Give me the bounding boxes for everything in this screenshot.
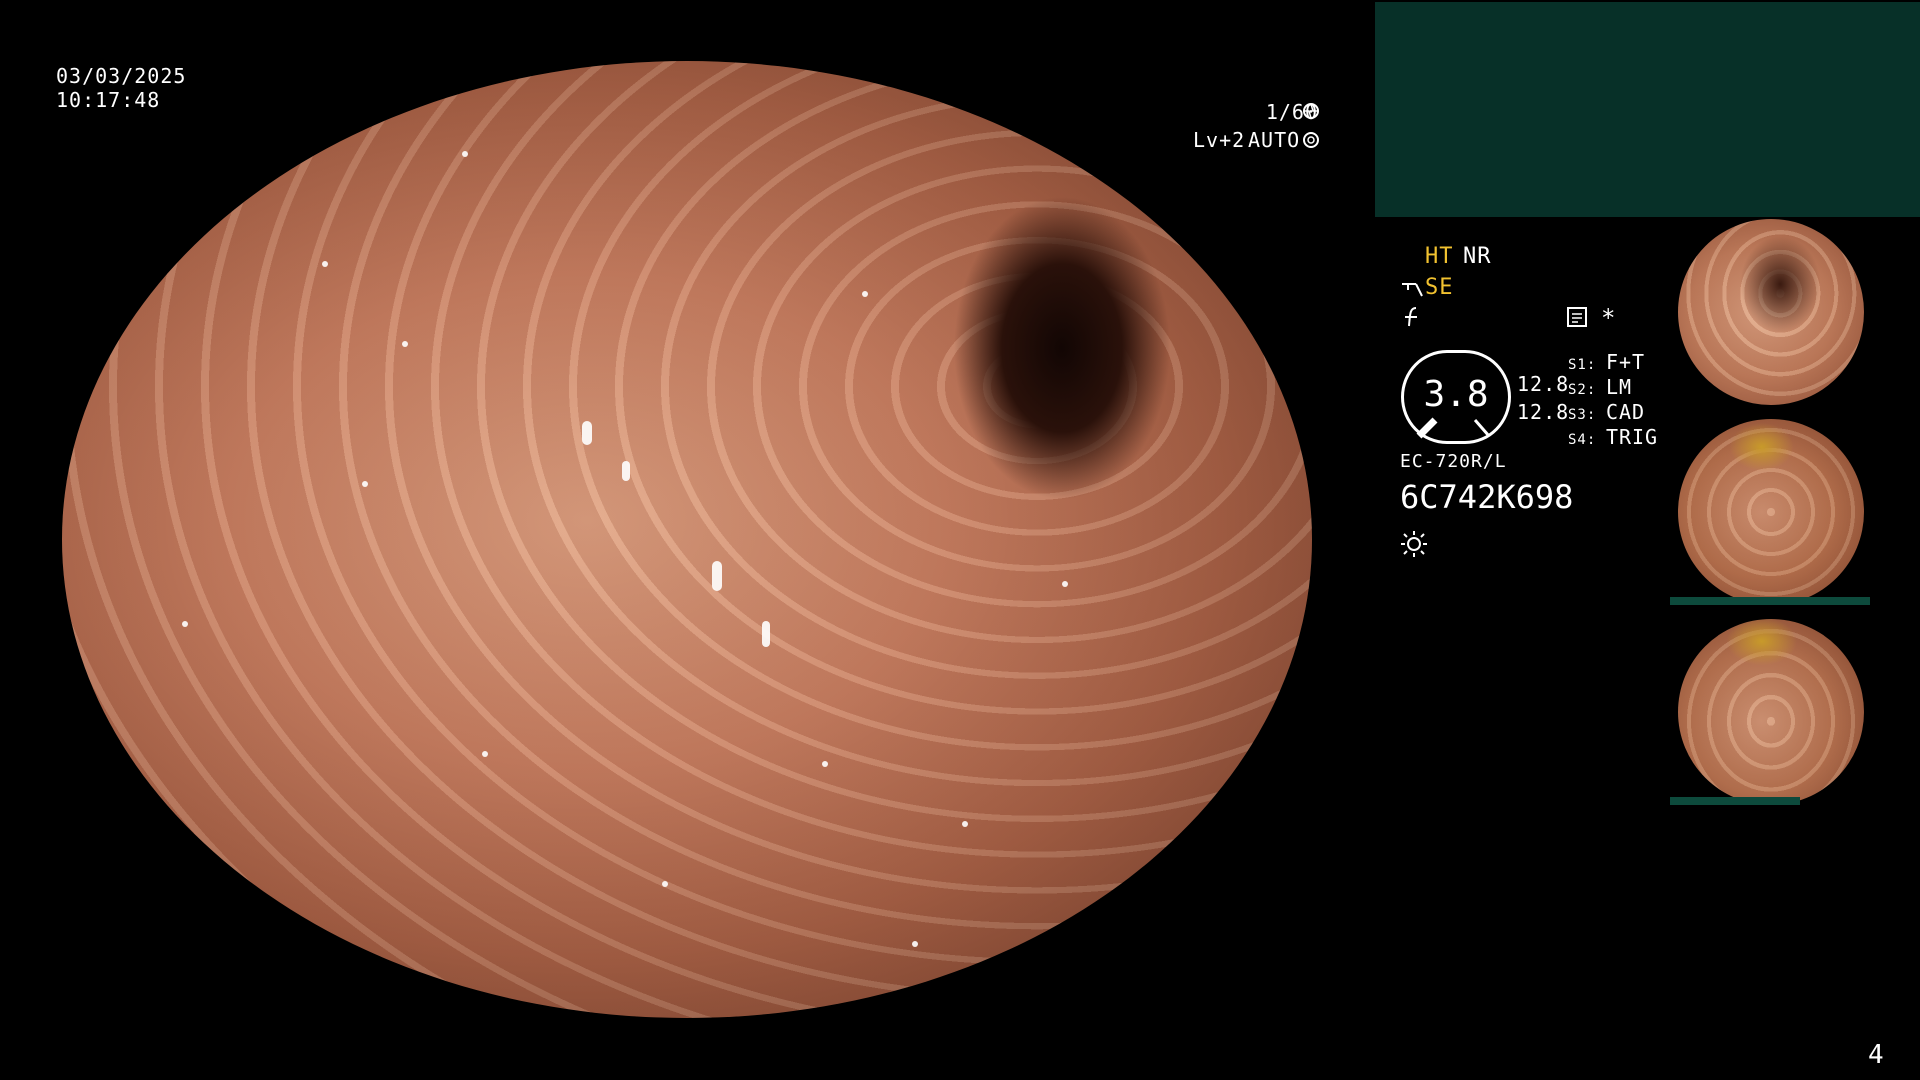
- switch-value: F+T: [1605, 350, 1646, 374]
- capture-thumbnail[interactable]: [1670, 617, 1920, 805]
- se-indicator: SE: [1425, 275, 1454, 300]
- gauge-ticks: [1416, 417, 1491, 439]
- capture-thumbnail[interactable]: [1670, 417, 1920, 605]
- ht-indicator: HT: [1425, 244, 1454, 269]
- asterisk-marker: *: [1601, 304, 1617, 332]
- switch-value: LM: [1605, 375, 1633, 399]
- memo-icon: [1567, 307, 1587, 327]
- scope-serial: 6C742K698: [1400, 478, 1574, 516]
- exposure-mode: AUTO: [1248, 128, 1301, 152]
- switch-row: S4: TRIG: [1568, 425, 1658, 450]
- light-level: Lv+2: [1193, 128, 1246, 152]
- switch-key: S3:: [1568, 407, 1597, 423]
- top-info-panel: [1375, 2, 1920, 217]
- switch-key: S2:: [1568, 382, 1597, 398]
- switch-value: TRIG: [1605, 425, 1659, 449]
- aperture-icon: [1303, 103, 1319, 119]
- date-label: 03/03/2025: [56, 64, 187, 88]
- f-script-icon: [1405, 307, 1417, 327]
- switch-row: S1: F+T: [1568, 350, 1658, 375]
- page-number: 4: [1868, 1040, 1885, 1070]
- switch-row: S3: CAD: [1568, 400, 1658, 425]
- zoom-level-value: 3.8: [1423, 374, 1489, 415]
- light-sun-icon: [1401, 531, 1427, 557]
- scope-tip-icon: [1402, 283, 1423, 297]
- readout-bottom: 12.8: [1517, 400, 1570, 424]
- capture-thumbnail[interactable]: [1670, 217, 1920, 405]
- switch-value: CAD: [1605, 400, 1646, 424]
- switch-key: S1:: [1568, 357, 1597, 373]
- switch-row: S2: LM: [1568, 375, 1658, 400]
- iris-icon: [1303, 132, 1319, 148]
- scope-model: EC-720R/L: [1400, 451, 1507, 472]
- switch-key: S4:: [1568, 432, 1597, 448]
- switch-list: S1: F+T S2: LM S3: CAD S4: TRIG: [1568, 350, 1658, 450]
- time-label: 10:17:48: [56, 88, 161, 112]
- nr-indicator: NR: [1463, 244, 1492, 269]
- endoscope-live-view: [62, 61, 1312, 1018]
- readout-top: 12.8: [1517, 372, 1570, 396]
